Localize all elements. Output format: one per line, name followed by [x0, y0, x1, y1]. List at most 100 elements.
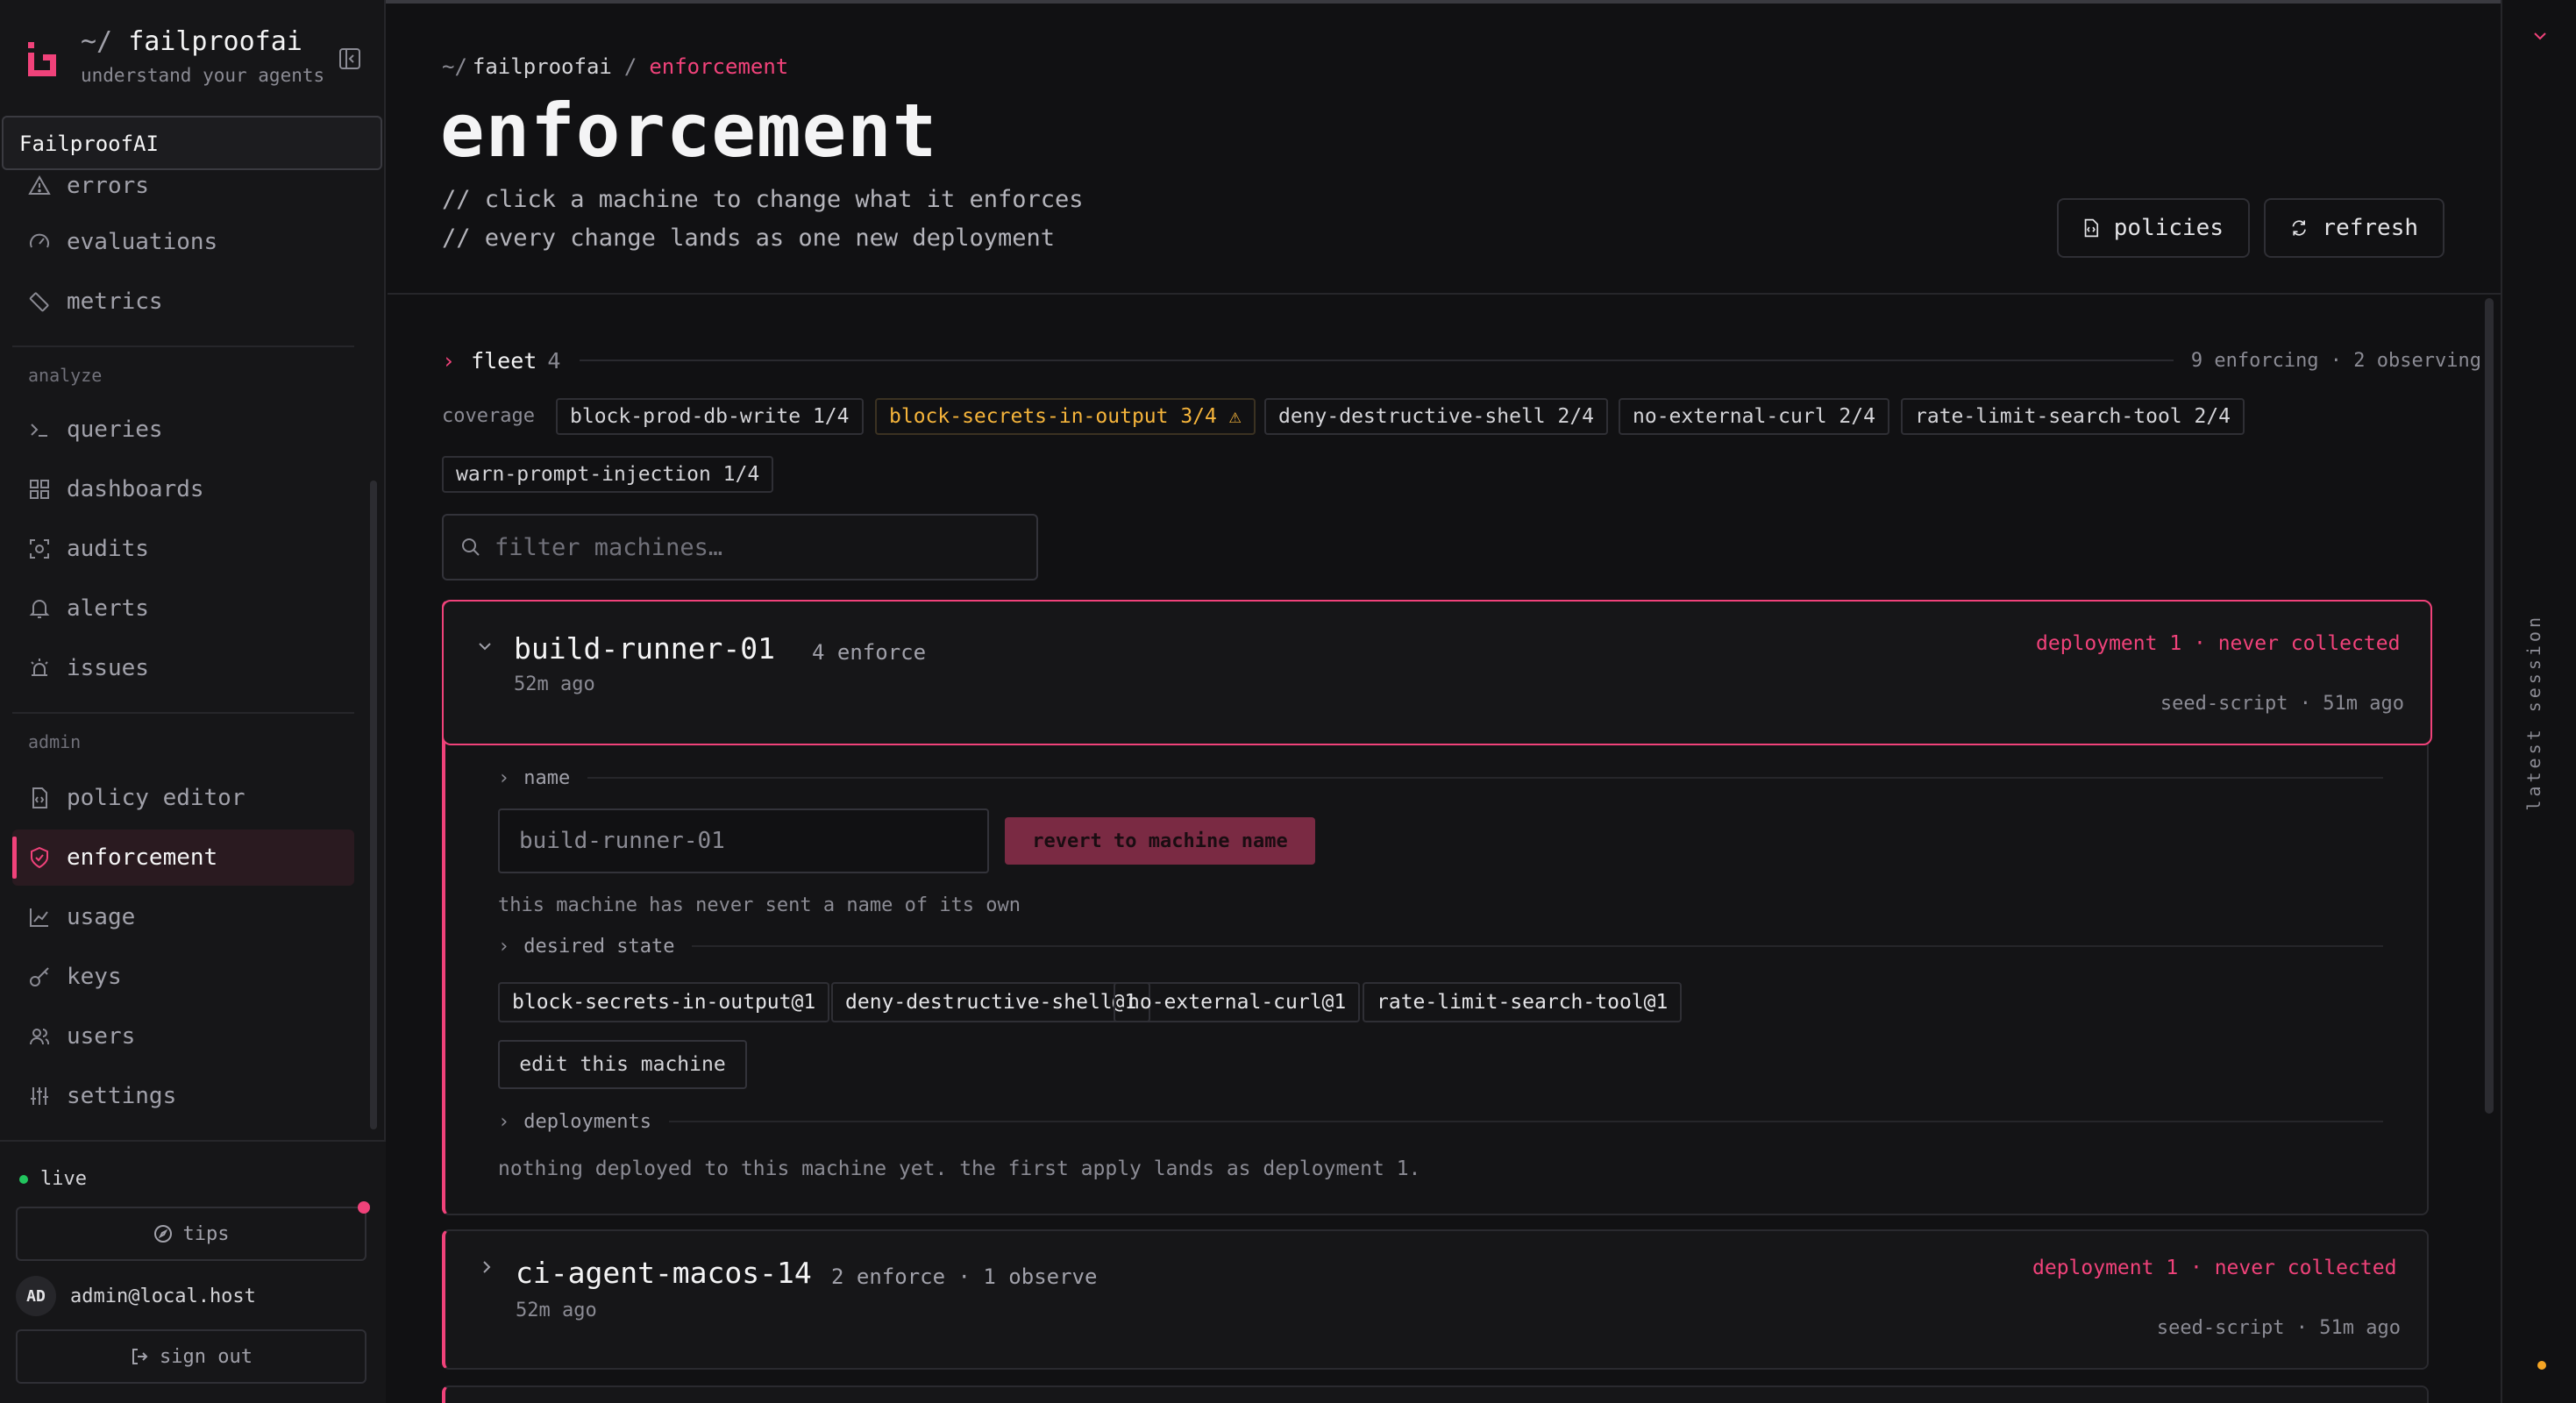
fleet-count: 4 [547, 347, 561, 374]
revert-name-button[interactable]: revert to machine name [1005, 817, 1315, 865]
section-label: desired state [523, 935, 675, 958]
sliders-icon [31, 1087, 48, 1105]
live-status: live [19, 1168, 87, 1190]
nav-divider [12, 712, 354, 714]
chart-icon [30, 908, 48, 927]
policies-label: policies [2113, 215, 2224, 241]
chevron-right-icon: › [498, 766, 510, 789]
nav-item-issues[interactable]: issues [12, 640, 354, 696]
machine-card[interactable]: ci-agent-macos-14 2 enforce · 1 observe … [442, 1229, 2429, 1370]
policy-chip: rate-limit-search-tool@1 [1363, 982, 1683, 1022]
machine-name-input[interactable]: build-runner-01 [498, 808, 989, 873]
machine-mode-count: 2 enforce · 1 observe [831, 1264, 1098, 1289]
policies-button[interactable]: policies [2057, 198, 2250, 258]
warning-icon [28, 175, 51, 195]
fleet-label: fleet [471, 347, 537, 374]
chevron-right-icon: › [498, 1110, 510, 1133]
policy-chip: deny-destructive-shell@1 [831, 982, 1151, 1022]
sign-out-label: sign out [160, 1345, 253, 1368]
sidebar-header: ~/ failproofai understand your agents [0, 0, 386, 116]
breadcrumb-current: enforcement [649, 54, 789, 79]
chevron-down-icon[interactable] [2530, 26, 2550, 46]
sign-out-button[interactable]: sign out [16, 1329, 366, 1384]
machine-name: build-runner-01 [514, 631, 776, 666]
nav-label: keys [67, 964, 122, 990]
machine-card-header[interactable]: build-runner-01 4 enforce 52m ago deploy… [442, 600, 2432, 745]
edit-machine-button[interactable]: edit this machine [498, 1040, 747, 1089]
bell-icon [29, 600, 50, 618]
collapse-sidebar-icon[interactable] [338, 47, 361, 70]
section-deployments[interactable]: › deployments [498, 1108, 2383, 1135]
coverage-chip[interactable]: no-external-curl 2/4 [1619, 398, 1889, 435]
nav-item-enforcement[interactable]: enforcement [12, 830, 354, 886]
app-name: failproofai [128, 26, 302, 57]
policy-chip: block-secrets-in-output@1 [498, 982, 830, 1022]
chevron-right-icon [483, 1261, 491, 1273]
sign-out-icon [132, 1349, 148, 1364]
coverage-chip[interactable]: rate-limit-search-tool 2/4 [1901, 398, 2245, 435]
nav-item-settings[interactable]: settings [12, 1068, 354, 1124]
section-desired-state[interactable]: › desired state [498, 933, 2383, 959]
nav-item-metrics[interactable]: metrics [12, 274, 354, 330]
nav-item-errors[interactable]: errors [12, 167, 354, 214]
section-name[interactable]: › name [498, 765, 2383, 791]
policy-chip: no-external-curl@1 [1114, 982, 1361, 1022]
nav-item-alerts[interactable]: alerts [12, 580, 354, 637]
coverage-chip[interactable]: warn-prompt-injection 1/4 [442, 456, 774, 493]
nav-item-dashboards[interactable]: dashboards [12, 461, 354, 517]
app-tooltip: FailproofAI [2, 116, 382, 170]
coverage-chip[interactable]: block-prod-db-write 1/4 [556, 398, 864, 435]
machine-name: ci-agent-macos-14 [516, 1256, 812, 1290]
coverage-chip[interactable]: deny-destructive-shell 2/4 [1264, 398, 1609, 435]
refresh-button[interactable]: refresh [2264, 198, 2444, 258]
search-icon [462, 538, 480, 556]
avatar: AD [16, 1276, 56, 1316]
nav-item-users[interactable]: users [12, 1008, 354, 1065]
nav-label: policy editor [67, 785, 246, 811]
breadcrumb-home[interactable]: ~/ [442, 54, 467, 79]
grid-icon [30, 480, 49, 499]
refresh-icon [2292, 220, 2306, 236]
filter-machines-input[interactable]: filter machines… [442, 514, 1038, 580]
status-dot-icon [2537, 1361, 2546, 1370]
header-divider [388, 293, 2501, 295]
tips-button[interactable]: tips [16, 1207, 366, 1261]
nav-item-audits[interactable]: audits [12, 521, 354, 577]
nav-label: settings [67, 1083, 177, 1109]
nav-item-keys[interactable]: keys [12, 949, 354, 1005]
latest-session-tab[interactable]: latest session [2523, 614, 2544, 811]
machine-age: 52m ago [514, 673, 595, 695]
file-code-icon [32, 787, 47, 808]
nav-label: issues [67, 655, 149, 681]
nav-item-usage[interactable]: usage [12, 889, 354, 945]
fleet-divider [580, 360, 2174, 361]
nav-label: usage [67, 904, 136, 930]
coverage-label: coverage [442, 405, 535, 427]
app-title: ~/ failproofai [81, 26, 302, 57]
nav-item-queries[interactable]: queries [12, 402, 354, 458]
coverage-chip-warning[interactable]: block-secrets-in-output 3/4 ⚠ [875, 398, 1256, 435]
shield-icon [31, 846, 48, 869]
nav-section-admin: admin [28, 731, 82, 752]
users-icon [30, 1029, 50, 1045]
main-scrollbar[interactable] [2485, 298, 2494, 1114]
deployments-note: nothing deployed to this machine yet. th… [498, 1157, 1421, 1180]
app-prefix: ~/ [81, 26, 113, 57]
deployment-status: deployment 1 · never collected [2036, 632, 2401, 655]
logo-icon [28, 42, 56, 76]
nav-item-evaluations[interactable]: evaluations [12, 214, 354, 270]
sidebar-scrollbar[interactable] [370, 481, 377, 1129]
user-email: admin@local.host [70, 1285, 256, 1307]
fleet-header[interactable]: › fleet 4 9 enforcing · 2 observing [442, 347, 2481, 374]
ruler-icon [29, 292, 49, 312]
deployment-source: seed-script · 51m ago [2156, 1317, 2401, 1339]
nav-item-policy-editor[interactable]: policy editor [12, 770, 354, 826]
sidebar-footer: live tips AD admin@local.host sign out [0, 1140, 386, 1403]
user-row[interactable]: AD admin@local.host [16, 1273, 366, 1319]
scan-icon [30, 539, 49, 559]
breadcrumb-root[interactable]: failproofai [473, 54, 612, 79]
live-label: live [40, 1168, 87, 1190]
section-label: name [523, 766, 571, 789]
section-divider [668, 1121, 2383, 1122]
machine-card[interactable] [442, 1385, 2429, 1403]
